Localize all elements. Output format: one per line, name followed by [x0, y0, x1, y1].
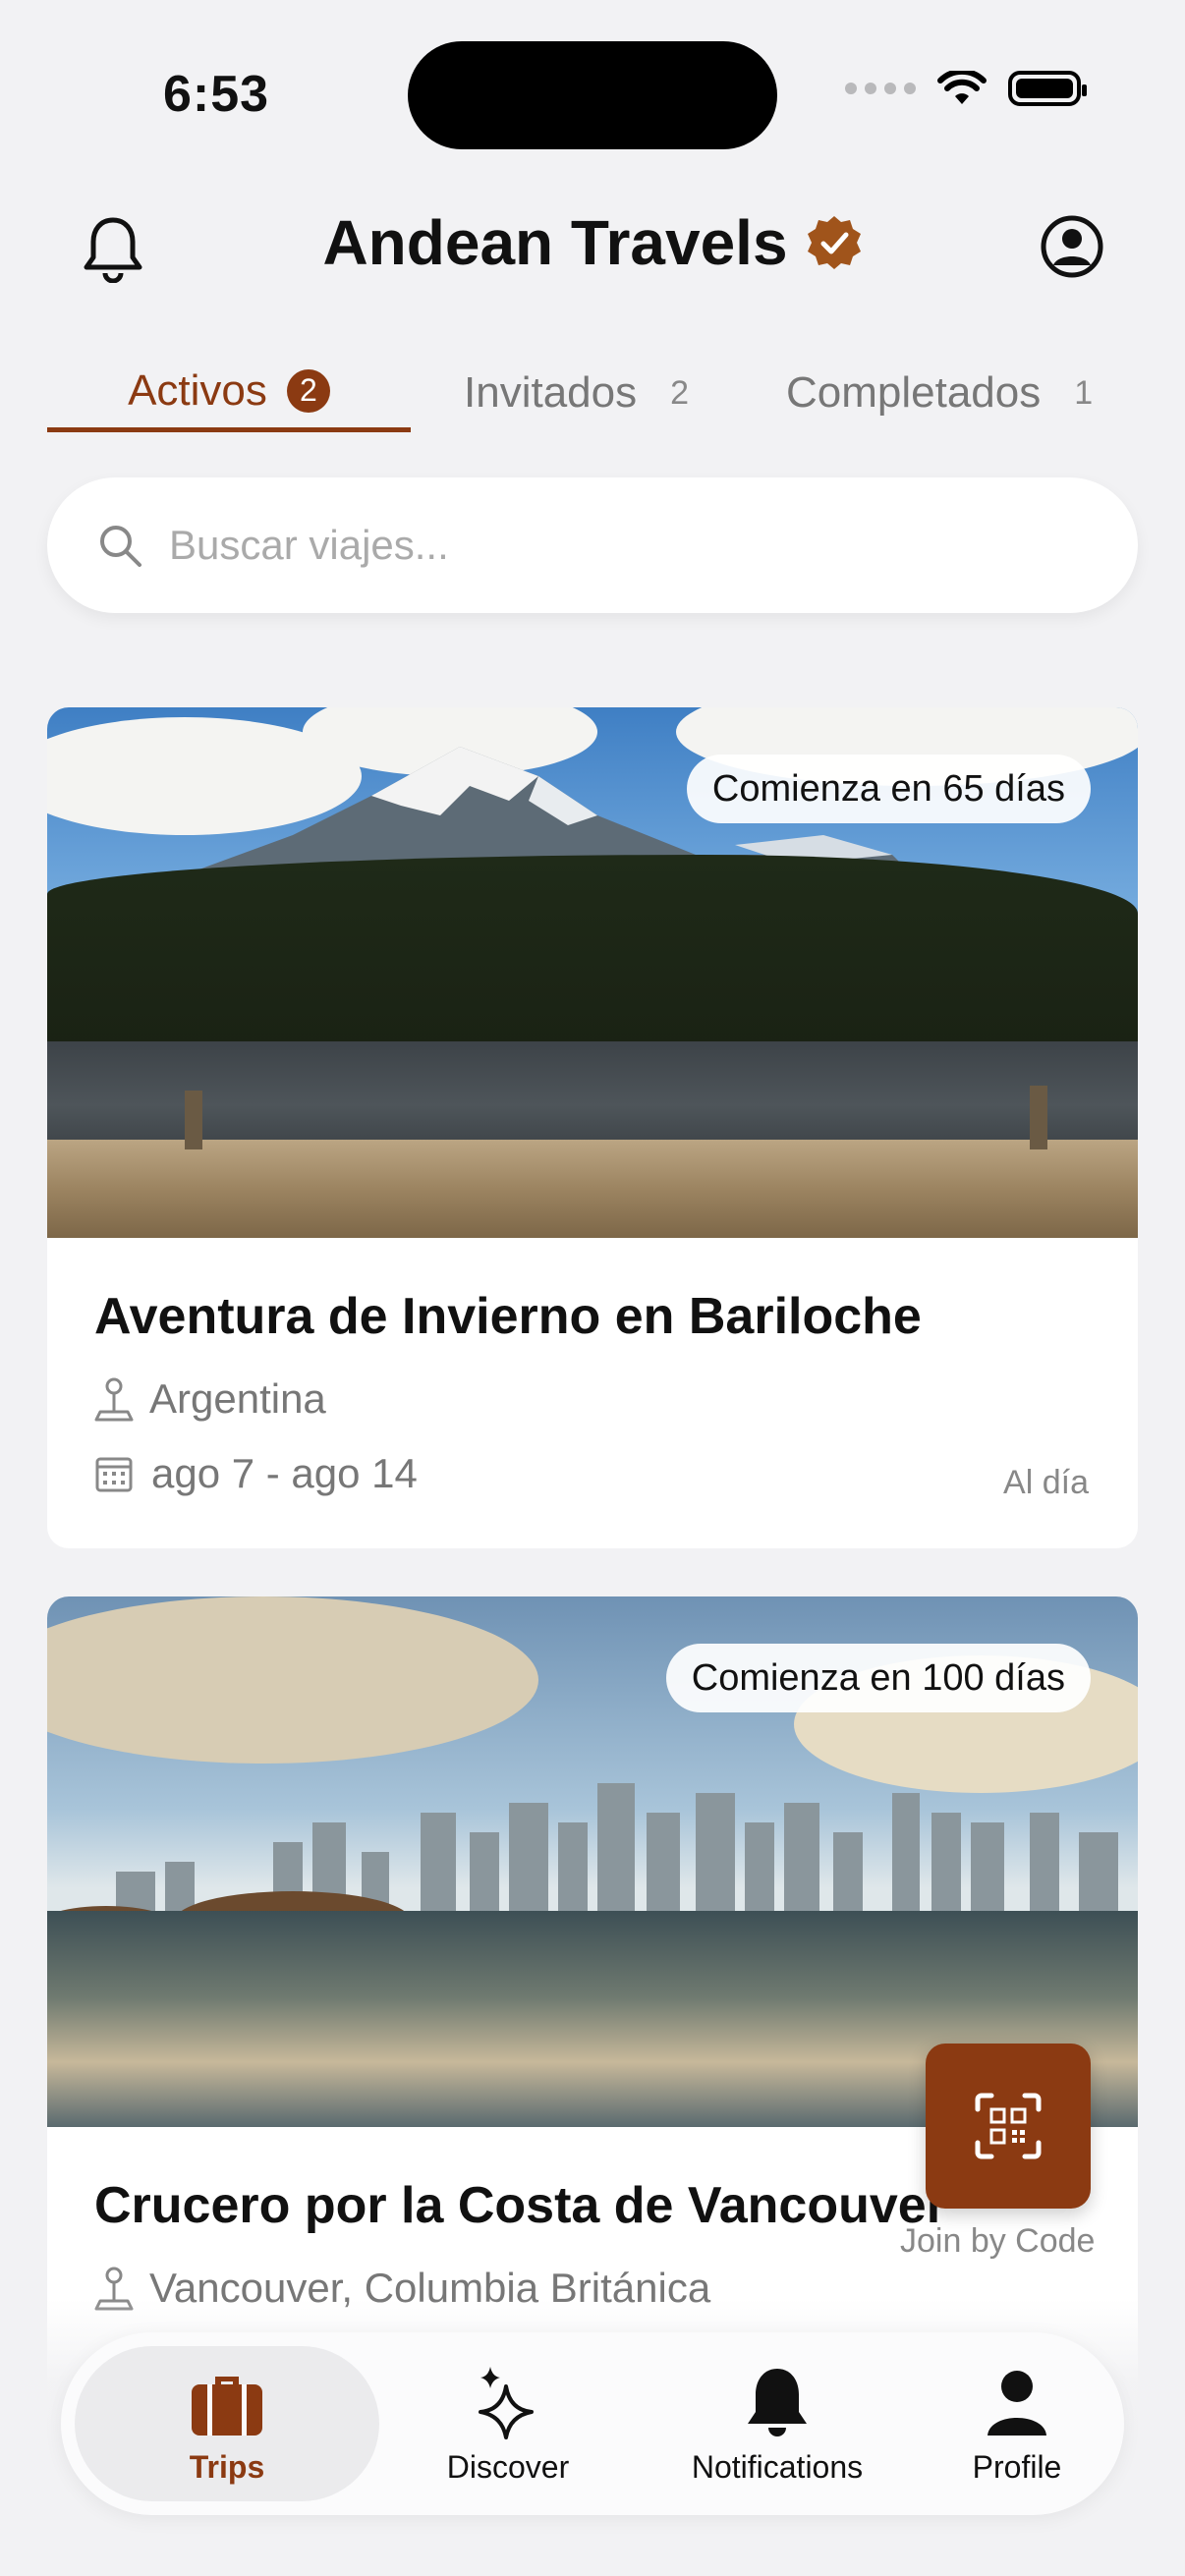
- tab-count: 1: [1074, 373, 1094, 412]
- signal-icon: [845, 83, 916, 94]
- nav-notifications[interactable]: Notifications: [654, 2346, 900, 2501]
- trip-status: Al día: [1003, 1464, 1089, 1501]
- suitcase-icon: [192, 2376, 262, 2436]
- countdown-badge: Comienza en 100 días: [665, 1644, 1091, 1712]
- nav-profile[interactable]: Profile: [894, 2346, 1140, 2501]
- tab-count-badge: 2: [286, 368, 330, 413]
- join-by-code-label: Join by Code: [900, 2222, 1096, 2260]
- nav-label: Profile: [972, 2448, 1062, 2485]
- sparkles-icon: [479, 2366, 534, 2439]
- countdown-badge: Comienza en 65 días: [686, 755, 1091, 823]
- page-title: Andean Travels: [0, 206, 1185, 279]
- nav-discover[interactable]: Discover: [385, 2346, 631, 2501]
- trip-title: Aventura de Invierno en Bariloche: [94, 1288, 922, 1345]
- trip-card[interactable]: Comienza en 65 días Aventura de Invierno…: [47, 707, 1138, 1548]
- search-input[interactable]: [169, 522, 1053, 569]
- join-by-code-button[interactable]: [926, 2044, 1091, 2209]
- tab-count: 2: [670, 373, 690, 412]
- bottom-navigation: Trips Discover Notifications Profile: [61, 2332, 1124, 2515]
- trip-tabs: Activos 2 Invitados 2 Completados 1: [47, 354, 1138, 432]
- tab-activos[interactable]: Activos 2: [47, 354, 411, 432]
- status-time: 6:53: [163, 66, 270, 123]
- nav-trips[interactable]: Trips: [75, 2346, 379, 2501]
- trip-title: Crucero por la Costa de Vancouver: [94, 2177, 946, 2234]
- calendar-icon: [95, 1457, 133, 1492]
- tab-invitados[interactable]: Invitados 2: [464, 354, 689, 432]
- trip-dates-text: ago 7 - ago 14: [151, 1450, 418, 1496]
- trip-image-mountain-lake: Comienza en 65 días: [47, 707, 1138, 1238]
- search-bar[interactable]: [47, 477, 1138, 613]
- trip-dates: ago 7 - ago 14: [94, 1450, 418, 1497]
- battery-icon: [1008, 71, 1087, 106]
- wifi-icon: [937, 71, 987, 104]
- search-icon: [100, 526, 141, 567]
- qr-scan-icon: [975, 2093, 1042, 2159]
- app-title: Andean Travels: [322, 207, 788, 278]
- status-indicators: [845, 71, 1087, 106]
- profile-icon[interactable]: [1040, 214, 1104, 279]
- tab-label: Completados: [786, 368, 1042, 417]
- trip-location-text: Argentina: [149, 1375, 326, 1422]
- location-pin-icon: [94, 1377, 134, 1422]
- trip-location: Argentina: [94, 1375, 326, 1423]
- tab-label: Activos: [128, 365, 267, 415]
- bell-icon: [748, 2368, 807, 2436]
- nav-label: Trips: [189, 2448, 265, 2485]
- nav-label: Discover: [446, 2448, 570, 2485]
- tab-completados[interactable]: Completados 1: [786, 354, 1093, 432]
- person-icon: [988, 2370, 1046, 2436]
- verified-badge-icon: [807, 216, 861, 269]
- dynamic-island: [408, 41, 777, 149]
- nav-label: Notifications: [691, 2448, 864, 2485]
- tab-label: Invitados: [464, 368, 638, 417]
